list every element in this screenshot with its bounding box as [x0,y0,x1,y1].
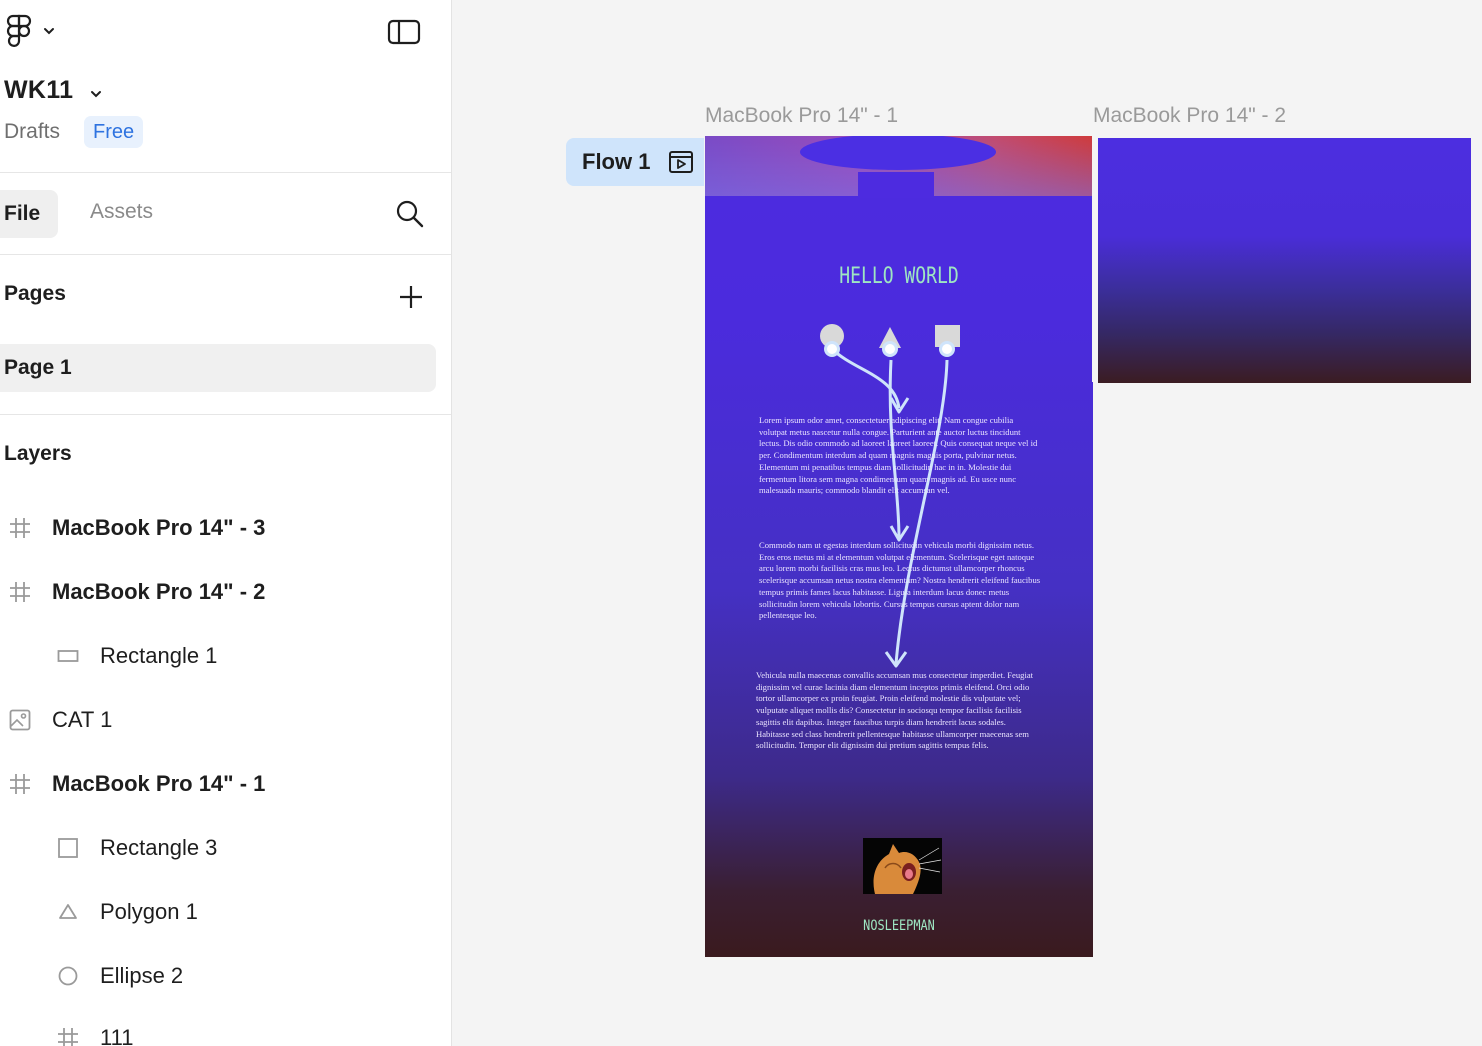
image-icon [8,708,32,732]
layer-name: MacBook Pro 14" - 3 [52,515,266,540]
toggle-sidebar-button[interactable] [384,16,424,48]
layer-row[interactable]: MacBook Pro 14" - 2 [0,560,451,624]
sidebar-toggle-icon [387,19,421,45]
frame2-label[interactable]: MacBook Pro 14" - 2 [1093,104,1286,128]
layer-name: MacBook Pro 14" - 2 [52,579,266,604]
figma-logo-icon [6,14,32,47]
layer-name: Rectangle 1 [100,643,218,668]
tab-assets[interactable]: Assets [90,200,153,224]
footer-text: NOSLEEPMAN [863,918,935,934]
divider [0,172,451,173]
left-panel: WK11 Drafts Free File Assets Pages Page … [0,0,452,1046]
frame-icon [56,1026,80,1046]
search-icon [396,200,424,228]
cat-image [863,838,942,894]
paragraph-1: Lorem ipsum odor amet, consectetuer adip… [759,415,1038,496]
plan-badge[interactable]: Free [84,116,144,148]
frame-icon [8,516,32,540]
layer-row[interactable]: CAT 1 [0,688,451,752]
paragraph-2: Commodo nam ut egestas interdum sollicit… [759,540,1041,621]
add-page-button[interactable] [394,280,428,314]
frame1-label[interactable]: MacBook Pro 14" - 1 [705,104,898,128]
layer-name: Rectangle 3 [100,835,218,860]
frame-icon [8,772,32,796]
macbook-frame-2[interactable] [1098,138,1471,383]
layer-row[interactable]: Polygon 1 [0,880,451,944]
ellipse-icon [56,964,80,988]
layer-row[interactable]: MacBook Pro 14" - 3 [0,496,451,560]
canvas[interactable]: MacBook Pro 14" - 1 MacBook Pro 14" - 2 … [453,0,1482,1046]
divider [0,414,451,415]
chevron-down-icon [44,28,54,35]
layer-name: Polygon 1 [100,899,198,924]
present-flow-icon[interactable] [668,149,694,175]
file-name[interactable]: WK11 [4,76,73,105]
flow-label: Flow 1 [582,149,651,174]
layer-name: CAT 1 [52,707,113,732]
file-menu-chevron-icon[interactable] [86,84,106,104]
project-location[interactable]: Drafts [4,120,60,144]
layer-row[interactable]: Ellipse 2 [0,944,451,1008]
main-menu-button[interactable] [4,14,64,48]
page-item[interactable]: Page 1 [0,344,436,392]
layer-row[interactable]: Rectangle 1 [0,624,451,688]
pages-section-title: Pages [4,282,66,305]
layer-row[interactable]: MacBook Pro 14" - 1 [0,752,451,816]
paragraph-3: Vehicula nulla maecenas convallis accums… [756,670,1034,751]
layer-row[interactable]: 111 [0,1006,451,1046]
rectangle-icon [56,644,80,668]
divider [0,254,451,255]
layer-name: MacBook Pro 14" - 1 [52,771,266,796]
frame-icon [8,580,32,604]
search-layers-button[interactable] [392,196,428,232]
flow-starting-point[interactable]: Flow 1 [566,138,704,186]
square-icon [56,836,80,860]
layer-row[interactable]: Rectangle 3 [0,816,451,880]
plus-icon [400,286,422,308]
layers-section-title: Layers [4,442,72,465]
layer-name: 111 [100,1025,134,1046]
tab-file[interactable]: File [0,190,58,238]
triangle-icon [56,900,80,924]
layer-name: Ellipse 2 [100,963,184,988]
macbook-frame-1[interactable]: HELLO WORLD Lorem ipsum odor amet, conse… [705,136,1093,957]
